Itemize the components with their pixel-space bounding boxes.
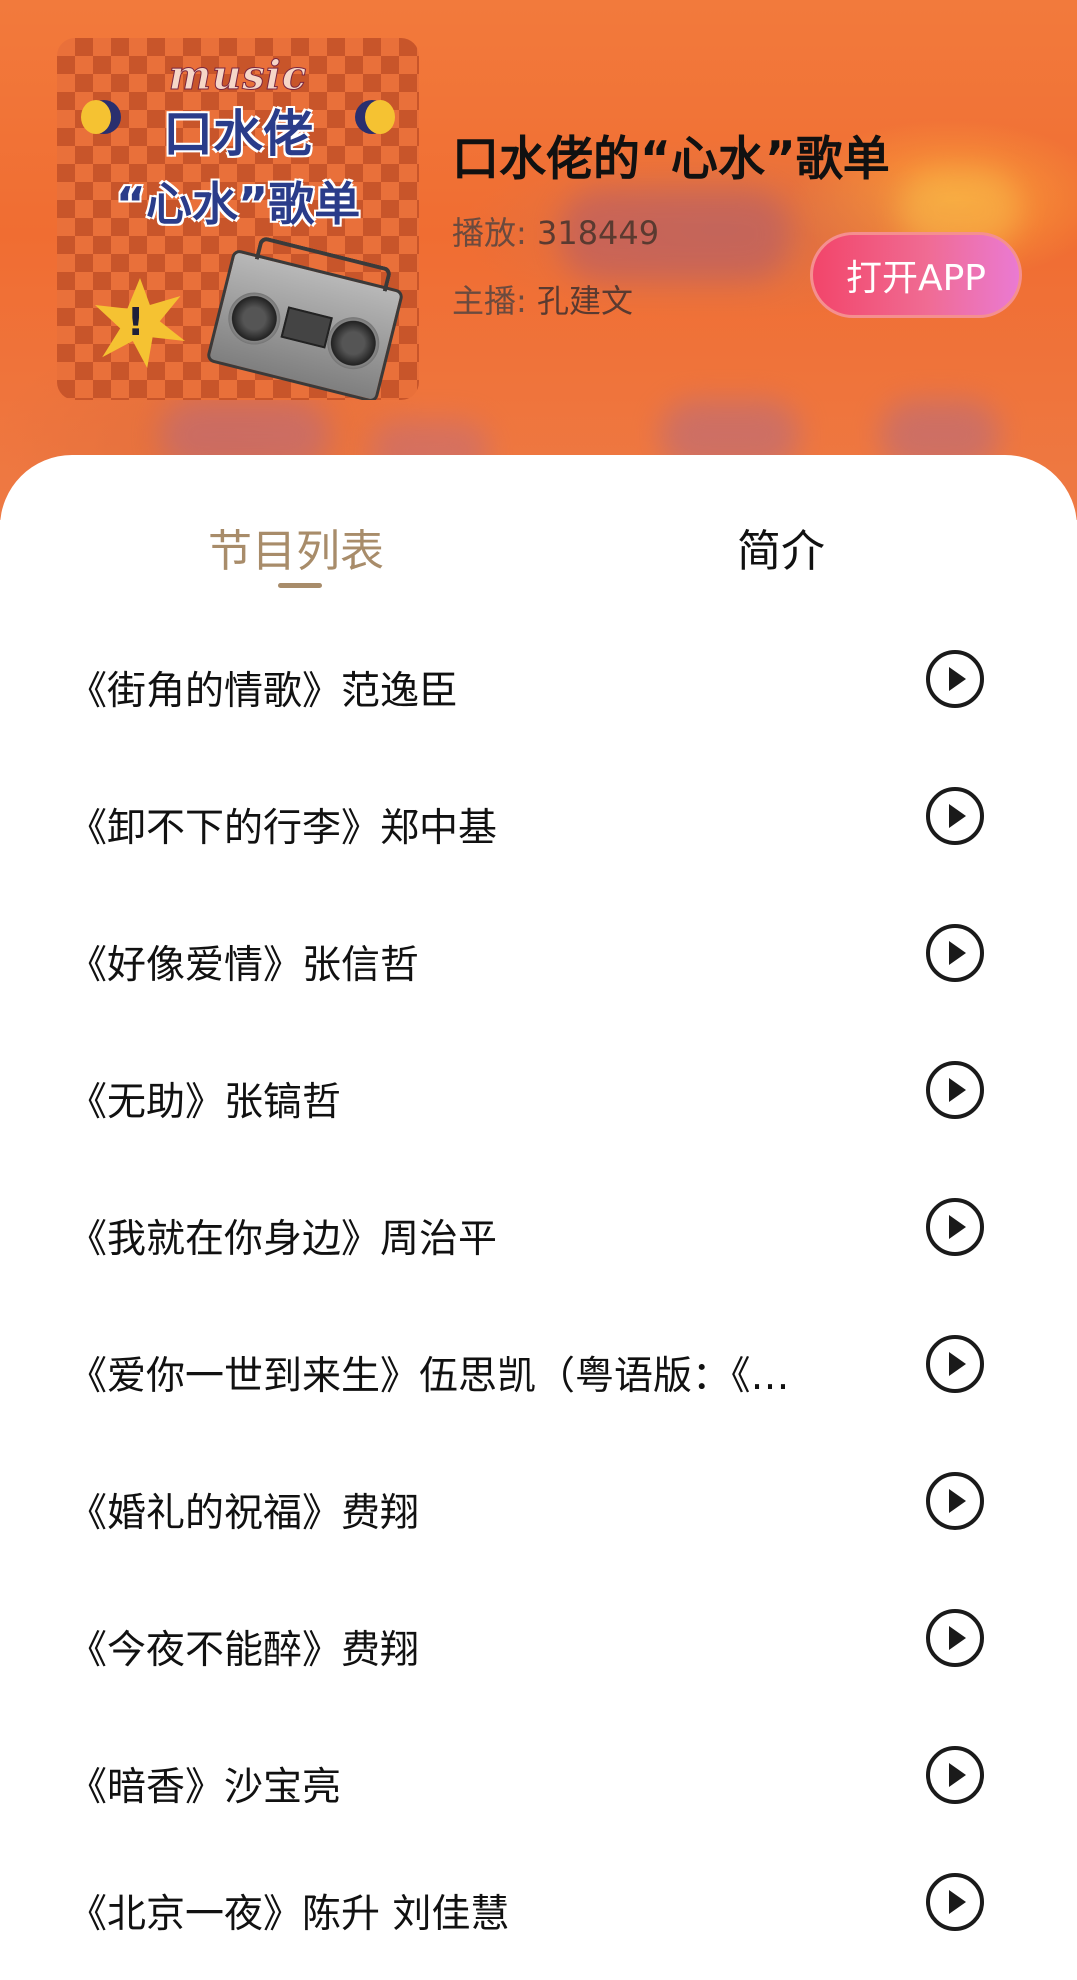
tab-introduction[interactable]: 简介: [737, 515, 825, 579]
play-circle-icon[interactable]: [926, 1609, 984, 1667]
cover-title-line1: 口水佬: [163, 105, 313, 163]
play-count-label: 播放:: [452, 214, 527, 252]
track-item[interactable]: 《好像爱情》张信哲: [0, 894, 1077, 1031]
play-circle-icon[interactable]: [926, 650, 984, 708]
host-name: 孔建文: [536, 282, 633, 320]
play-circle-icon[interactable]: [926, 924, 984, 982]
tab-program-list[interactable]: 节目列表: [208, 515, 384, 579]
track-item[interactable]: 《卸不下的行李》郑中基: [0, 757, 1077, 894]
cover-title-line2: “心水”歌单: [115, 177, 361, 231]
play-count-value: 318449: [536, 214, 660, 252]
play-circle-icon[interactable]: [926, 1873, 984, 1931]
play-circle-icon[interactable]: [926, 1335, 984, 1393]
play-circle-icon[interactable]: [926, 1198, 984, 1256]
track-item[interactable]: 《无助》张镐哲: [0, 1031, 1077, 1168]
track-item[interactable]: 《婚礼的祝福》费翔: [0, 1442, 1077, 1579]
track-item[interactable]: 《爱你一世到来生》伍思凯（粤语版：《…: [0, 1305, 1077, 1442]
track-title: 《好像爱情》张信哲: [68, 943, 420, 988]
play-circle-icon[interactable]: [926, 1472, 984, 1530]
host-label: 主播:: [452, 282, 527, 320]
track-item[interactable]: 《暗香》沙宝亮: [0, 1716, 1077, 1853]
track-title: 《北京一夜》陈升 刘佳慧: [68, 1892, 510, 1937]
track-title: 《暗香》沙宝亮: [68, 1765, 342, 1810]
playlist-cover-image: music 口水佬 “心水”歌单 !: [57, 38, 419, 400]
track-title: 《今夜不能醉》费翔: [68, 1628, 420, 1673]
playlist-title: 口水佬的“心水”歌单: [452, 132, 890, 187]
track-title: 《卸不下的行李》郑中基: [68, 806, 498, 851]
track-title: 《婚礼的祝福》费翔: [68, 1491, 420, 1536]
track-title: 《爱你一世到来生》伍思凯（粤语版：《…: [68, 1354, 790, 1399]
boombox-icon: [205, 235, 405, 400]
track-title: 《街角的情歌》范逸臣: [68, 669, 459, 714]
play-circle-icon[interactable]: [926, 787, 984, 845]
track-item[interactable]: 《今夜不能醉》费翔: [0, 1579, 1077, 1716]
play-count: 播放: 318449: [452, 208, 659, 254]
open-app-button[interactable]: 打开APP: [810, 232, 1022, 318]
track-title: 《无助》张镐哲: [68, 1080, 342, 1125]
track-item[interactable]: 《街角的情歌》范逸臣: [0, 620, 1077, 757]
play-circle-icon[interactable]: [926, 1061, 984, 1119]
track-title: 《我就在你身边》周治平: [68, 1217, 498, 1262]
cover-music-word: music: [168, 52, 308, 100]
active-tab-indicator: [278, 583, 322, 588]
track-item[interactable]: 《我就在你身边》周治平: [0, 1168, 1077, 1305]
track-item[interactable]: 《北京一夜》陈升 刘佳慧: [0, 1843, 1077, 1980]
play-circle-icon[interactable]: [926, 1746, 984, 1804]
exclamation-icon: !: [127, 300, 145, 344]
host-info: 主播: 孔建文: [452, 276, 633, 322]
